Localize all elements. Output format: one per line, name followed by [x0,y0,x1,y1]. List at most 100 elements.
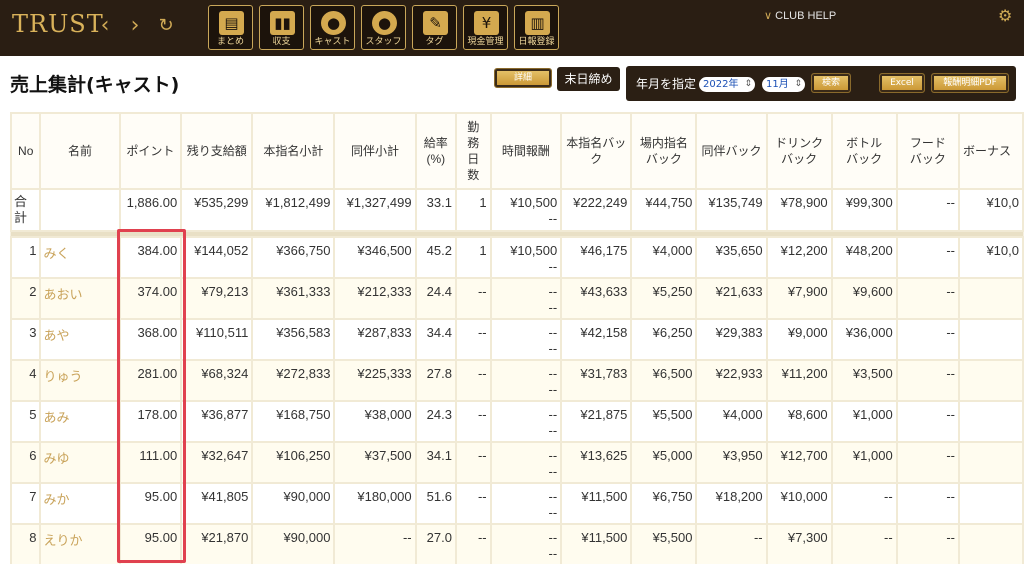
column-header: 同伴バック [695,112,768,190]
table-cell [957,482,1024,525]
table-cell: ¥38,000 [333,400,417,443]
table-cell: ¥43,633 [560,277,633,320]
toolbar-cast-button[interactable]: ● キャスト [310,5,355,50]
month-select[interactable]: 11月 ⇕ [762,77,805,92]
toolbar-tag-button[interactable]: ✎ タグ [412,5,457,50]
cast-name-link[interactable]: えりか [39,523,121,564]
table-cell: ¥10,500 -- [489,236,563,279]
pay-slip-pdf-button[interactable]: 報酬明細PDF [931,73,1009,93]
table-cell: ¥11,500 [560,482,633,525]
search-button[interactable]: 検索 [811,73,851,93]
table-cell: ¥90,000 [251,482,336,525]
club-help-link[interactable]: ∨ CLUB HELP [764,9,836,22]
cast-sales-table: No 名前 ポイント 残り支給額 本指名小計 同伴小計 給率 (%) 勤務日数時間報酬 本指名バッ… [10,112,1024,564]
table-cell: ¥18,200 [695,482,768,525]
table-cell: -- -- [489,441,563,484]
column-header: ボトル バック [830,112,898,190]
table-cell: ¥287,833 [333,318,417,361]
table-cell: -- [895,318,960,361]
table-cell: 281.00 [118,359,183,402]
table-cell: -- [895,359,960,402]
table-cell: ¥356,583 [251,318,336,361]
row-number: 1 [10,236,42,279]
toolbar-daily-report-button[interactable]: ▥ 日報登録 [514,5,559,50]
total-cell: 1 [454,188,492,232]
row-number: 4 [10,359,42,402]
sales-table: No 名前 ポイント 残り支給額 本指名小計 同伴小計 給率 (%) 勤務日数時間報酬 本指名バッ… [10,112,1024,564]
cast-name-link[interactable]: あおい [39,277,121,320]
month-end-closing-button[interactable]: 末日締め [557,67,620,91]
cast-name-link[interactable]: みく [39,236,121,279]
table-cell: ¥5,500 [630,400,698,443]
table-cell [957,441,1024,484]
table-cell: 34.4 [414,318,457,361]
table-cell: ¥361,333 [251,277,336,320]
back-button[interactable]: ‹ [94,12,116,40]
reload-button[interactable]: ↻ [155,12,177,40]
table-cell: -- [830,523,898,564]
total-cell: ¥535,299 [180,188,254,232]
cast-name-link[interactable]: あや [39,318,121,361]
page-title: 売上集計(キャスト) [10,74,180,96]
table-cell: -- [454,359,492,402]
table-cell: ¥110,511 [180,318,254,361]
cast-name-link[interactable]: あみ [39,400,121,443]
forward-button[interactable]: › [124,12,146,40]
bar-chart-icon: ▮▮ [270,11,295,35]
select-caret-icon: ⇕ [744,79,752,89]
table-cell: -- [454,482,492,525]
table-cell: 368.00 [118,318,183,361]
toolbar-summary-button[interactable]: ▤ まとめ [208,5,253,50]
table-cell: ¥68,324 [180,359,254,402]
cast-name-link[interactable]: りゅう [39,359,121,402]
filter-label: 年月を指定 [636,77,697,91]
total-cell: ¥1,327,499 [333,188,417,232]
table-cell: ¥21,633 [695,277,768,320]
table-cell [957,523,1024,564]
table-row: 4 りゅう 281.00 ¥68,324 ¥272,833 ¥225,333 27.8 -- -… [10,359,1024,402]
table-cell: ¥37,500 [333,441,417,484]
column-header: 給率 (%) [414,112,457,190]
total-cell: 33.1 [414,188,457,232]
table-cell: ¥7,300 [765,523,833,564]
toolbar-income-button[interactable]: ▮▮ 収支 [259,5,304,50]
table-row: 1 みく 384.00 ¥144,052 ¥366,750 ¥346,500 45.2 1 ¥1… [10,236,1024,279]
toolbar-cash-button[interactable]: ¥ 現金管理 [463,5,508,50]
total-label: 合計 [10,188,42,232]
table-cell: ¥1,000 [830,441,898,484]
row-number: 6 [10,441,42,484]
total-cell: ¥10,0 [957,188,1024,232]
daily-report-icon: ▥ [525,11,550,35]
table-cell: ¥168,750 [251,400,336,443]
column-header: ボーナス [957,112,1024,190]
cast-name-link[interactable]: みか [39,482,121,525]
table-cell [957,277,1024,320]
table-cell: ¥29,383 [695,318,768,361]
table-cell: ¥106,250 [251,441,336,484]
table-cell: ¥79,213 [180,277,254,320]
table-cell: ¥346,500 [333,236,417,279]
table-row: 5 あみ 178.00 ¥36,877 ¥168,750 ¥38,000 24.3 -- -- -… [10,400,1024,443]
excel-export-button[interactable]: Excel [879,73,925,93]
column-header: 残り支給額 [180,112,254,190]
table-cell: 34.1 [414,441,457,484]
table-cell: -- -- [489,400,563,443]
year-select[interactable]: 2022年 ⇕ [699,77,755,92]
table-cell: ¥1,000 [830,400,898,443]
table-cell: ¥21,870 [180,523,254,564]
table-cell: -- [333,523,417,564]
column-header: ドリンク バック [765,112,833,190]
table-cell: ¥10,0 [957,236,1024,279]
table-cell: ¥3,500 [830,359,898,402]
toolbar-staff-button[interactable]: ● スタッフ [361,5,406,50]
table-cell: ¥225,333 [333,359,417,402]
detail-button[interactable]: 詳細 [494,68,552,88]
table-cell: -- [895,400,960,443]
table-cell: ¥42,158 [560,318,633,361]
column-header: No [10,112,42,190]
table-cell [957,400,1024,443]
table-cell: -- [454,318,492,361]
table-cell: -- -- [489,482,563,525]
cast-name-link[interactable]: みゆ [39,441,121,484]
gear-icon[interactable]: ⚙ [998,6,1012,25]
